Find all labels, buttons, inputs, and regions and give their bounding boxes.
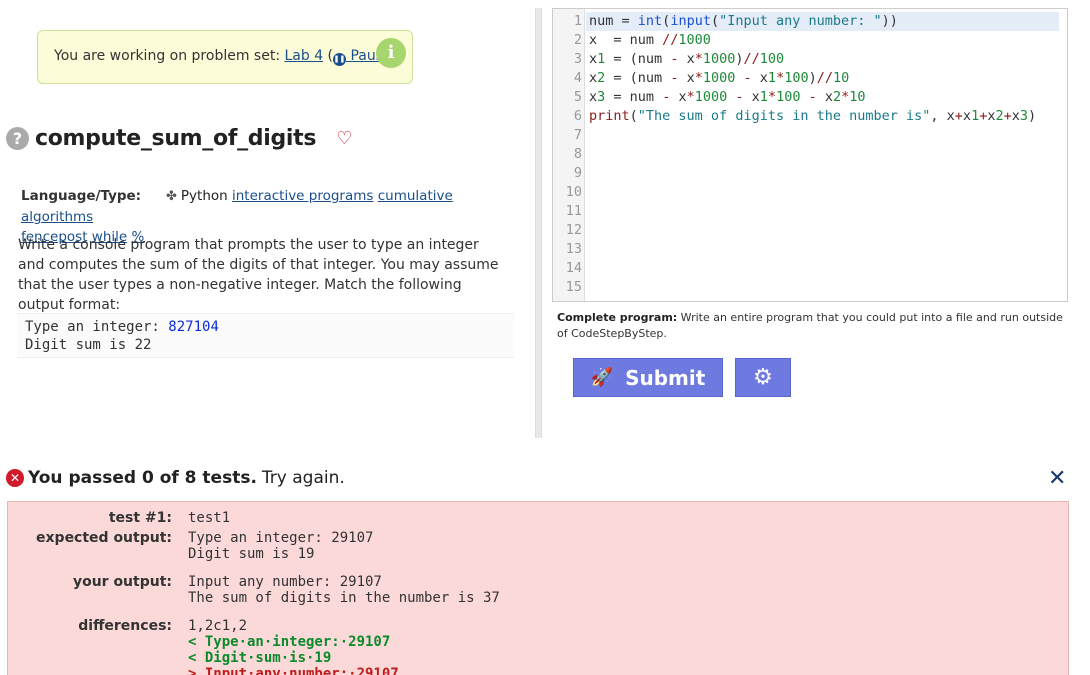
sample-input: 827104 xyxy=(168,319,219,335)
diff-line-2: < Digit·sum·is·19 xyxy=(188,650,332,666)
expected-label: expected output: xyxy=(36,530,172,546)
code-line[interactable]: 8 xyxy=(553,145,1067,164)
line-number: 8 xyxy=(573,146,582,162)
code-line[interactable]: 6 print("The sum of digits in the number … xyxy=(553,107,1067,126)
fail-icon: ✕ xyxy=(6,469,24,487)
code-text[interactable]: x = num //1000 xyxy=(589,31,711,50)
language-name: Python xyxy=(180,188,228,204)
code-line[interactable]: 4 x2 = (num - x*1000 - x1*100)//10 xyxy=(553,69,1067,88)
problem-title-row: ? compute_sum_of_digits ♡ xyxy=(6,126,352,151)
page-title: compute_sum_of_digits xyxy=(35,126,317,151)
line-number: 11 xyxy=(565,203,582,219)
code-text[interactable]: num = int(input("Input any number: ")) xyxy=(589,12,898,31)
submit-label: Submit xyxy=(625,365,706,390)
sample-result: Digit sum is 22 xyxy=(25,337,152,353)
sample-output: Type an integer: 827104 Digit sum is 22 xyxy=(17,313,514,358)
code-line[interactable]: 5 x3 = num - x*1000 - x1*100 - x2*10 xyxy=(553,88,1067,107)
complete-note-bold: Complete program: xyxy=(557,311,678,324)
your-line-1: Input any number: 29107 xyxy=(188,574,382,590)
submit-button[interactable]: 🚀 Submit xyxy=(573,358,723,397)
expected-line-2: Digit sum is 19 xyxy=(188,546,315,562)
problem-description: Write a console program that prompts the… xyxy=(18,237,499,313)
line-number: 2 xyxy=(573,32,582,48)
code-text[interactable]: x3 = num - x*1000 - x1*100 - x2*10 xyxy=(589,88,866,107)
test-name: test1 xyxy=(188,510,231,526)
code-text[interactable]: x2 = (num - x*1000 - x1*100)//10 xyxy=(589,69,849,88)
line-number: 3 xyxy=(573,51,582,67)
help-icon[interactable]: ? xyxy=(6,127,29,150)
problem-set-prefix: You are working on problem set: xyxy=(54,48,285,64)
rocket-icon: 🚀 xyxy=(590,367,614,388)
heart-icon[interactable]: ♡ xyxy=(336,129,352,148)
problem-set-banner: You are working on problem set: Lab 4 (❚… xyxy=(37,30,413,84)
test-result-panel: test #1: test1 expected output: Type an … xyxy=(7,501,1069,675)
line-number: 1 xyxy=(573,13,582,29)
result-strong: You passed 0 of 8 tests. xyxy=(28,468,257,488)
line-number: 7 xyxy=(573,127,582,143)
code-line[interactable]: 1 num = int(input("Input any number: ")) xyxy=(553,12,1067,31)
line-number: 10 xyxy=(565,184,582,200)
diff-line-3: > Input·any·number:·29107 xyxy=(188,666,399,675)
gear-icon: ⚙ xyxy=(753,365,773,390)
your-line-2: The sum of digits in the number is 37 xyxy=(188,590,500,606)
result-rest: Try again. xyxy=(261,468,345,488)
code-text[interactable]: x1 = (num - x*1000)//100 xyxy=(589,50,784,69)
line-number: 6 xyxy=(573,108,582,124)
paren-open: ( xyxy=(323,48,334,64)
line-number: 15 xyxy=(565,279,582,295)
code-line[interactable]: 12 xyxy=(553,221,1067,240)
code-line[interactable]: 9 xyxy=(553,164,1067,183)
complete-program-note: Complete program: Write an entire progra… xyxy=(557,310,1067,342)
code-editor[interactable]: 1 num = int(input("Input any number: ")) 2… xyxy=(552,8,1068,302)
tag-interactive-programs[interactable]: interactive programs xyxy=(232,188,373,204)
sample-prompt: Type an integer: xyxy=(25,319,169,335)
result-summary: ✕ You passed 0 of 8 tests. Try again. xyxy=(6,468,345,488)
line-number: 4 xyxy=(573,70,582,86)
code-line[interactable]: 3 x1 = (num - x*1000)//100 xyxy=(553,50,1067,69)
diff-header: 1,2c1,2 xyxy=(188,618,248,634)
your-output-label: your output: xyxy=(72,574,172,590)
line-number: 12 xyxy=(565,222,582,238)
pane-splitter[interactable] xyxy=(535,8,542,438)
code-line[interactable]: 7 xyxy=(553,126,1067,145)
code-line[interactable]: 15 xyxy=(553,278,1067,297)
line-number: 13 xyxy=(565,241,582,257)
problem-set-link[interactable]: Lab 4 xyxy=(284,48,323,64)
close-icon[interactable]: ✕ xyxy=(1048,466,1066,491)
code-line[interactable]: 14 xyxy=(553,259,1067,278)
code-line[interactable]: 2 x = num //1000 xyxy=(553,31,1067,50)
expected-line-1: Type an integer: 29107 xyxy=(188,530,374,546)
line-number: 9 xyxy=(573,165,582,181)
python-icon: ✤ xyxy=(166,189,177,204)
info-icon[interactable]: i xyxy=(376,38,406,68)
code-text[interactable]: print("The sum of digits in the number i… xyxy=(589,107,1036,126)
settings-button[interactable]: ⚙ xyxy=(735,358,791,397)
pause-icon: ❚❚ xyxy=(333,53,347,66)
code-line[interactable]: 13 xyxy=(553,240,1067,259)
differences-label: differences: xyxy=(78,618,172,634)
diff-line-1: < Type·an·integer:·29107 xyxy=(188,634,391,650)
test-label: test #1: xyxy=(108,510,172,526)
line-number: 5 xyxy=(573,89,582,105)
language-label: Language/Type: xyxy=(21,188,142,204)
line-number: 14 xyxy=(565,260,582,276)
code-line[interactable]: 10 xyxy=(553,183,1067,202)
code-line[interactable]: 11 xyxy=(553,202,1067,221)
